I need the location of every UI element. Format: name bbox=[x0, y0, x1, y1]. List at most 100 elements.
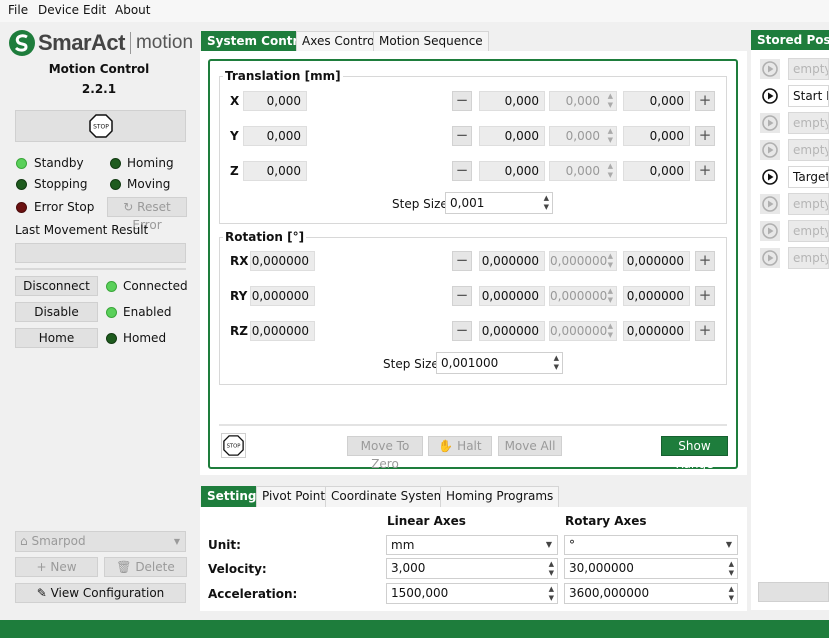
pose-action-button[interactable] bbox=[758, 582, 829, 602]
rotation-axis-label: RZ bbox=[230, 324, 248, 338]
play-icon[interactable] bbox=[760, 140, 780, 160]
disconnect-button[interactable]: Disconnect bbox=[15, 276, 98, 296]
disable-button[interactable]: Disable bbox=[15, 302, 98, 322]
plus-button[interactable]: + bbox=[695, 251, 715, 271]
minus-button[interactable]: − bbox=[452, 321, 472, 341]
linear-acceleration-input[interactable]: 1500,000 ▲ ▼ bbox=[386, 583, 558, 604]
view-configuration-button[interactable]: ✎ View Configuration bbox=[15, 583, 186, 603]
rotation-target-field[interactable]: 0,000000 bbox=[479, 321, 545, 341]
pose-name-field[interactable]: Target bbox=[788, 166, 829, 188]
home-button[interactable]: Home bbox=[15, 328, 98, 348]
tab-motion-sequence[interactable]: Motion Sequence bbox=[373, 31, 489, 51]
spin-arrows-icon[interactable]: ▲ ▼ bbox=[608, 162, 613, 180]
play-icon[interactable] bbox=[760, 86, 780, 106]
svg-text:STOP: STOP bbox=[227, 444, 241, 450]
translation-position-field[interactable]: 0,000 bbox=[623, 91, 690, 111]
pose-name-field[interactable]: empty bbox=[788, 112, 829, 134]
translation-delta-field[interactable]: 0,000 ▲ ▼ bbox=[549, 91, 617, 111]
spin-arrows-icon[interactable]: ▲ ▼ bbox=[549, 585, 554, 603]
move-all-button[interactable]: Move All bbox=[498, 436, 562, 456]
translation-delta-field[interactable]: 0,000 ▲ ▼ bbox=[549, 161, 617, 181]
pose-name-field[interactable]: empty bbox=[788, 58, 829, 80]
tab-coordinate-systems[interactable]: Coordinate Systems bbox=[325, 486, 458, 507]
stop-button[interactable]: STOP bbox=[15, 110, 186, 142]
move-to-zero-button[interactable]: Move To Zero bbox=[347, 436, 423, 471]
spin-arrows-icon[interactable]: ▲ ▼ bbox=[544, 194, 549, 212]
pose-name-field[interactable]: empty bbox=[788, 139, 829, 161]
new-label: New bbox=[50, 560, 77, 574]
spin-arrows-icon[interactable]: ▲ ▼ bbox=[608, 127, 613, 145]
rotation-position-field[interactable]: 0,000000 bbox=[623, 251, 690, 271]
play-icon[interactable] bbox=[760, 59, 780, 79]
pose-name-field[interactable]: empty bbox=[788, 193, 829, 215]
new-button[interactable]: + New bbox=[15, 557, 98, 577]
rotary-velocity-input[interactable]: 30,000000 ▲ ▼ bbox=[564, 558, 738, 579]
translation-target-field[interactable]: 0,000 bbox=[479, 161, 545, 181]
translation-position-field[interactable]: 0,000 bbox=[623, 161, 690, 181]
spin-arrows-icon[interactable]: ▲ ▼ bbox=[549, 560, 554, 578]
show-range-button[interactable]: Show Range bbox=[661, 436, 728, 471]
plus-button[interactable]: + bbox=[695, 321, 715, 341]
reset-error-button[interactable]: ↻ Reset Error bbox=[107, 197, 187, 232]
rotary-acceleration-input[interactable]: 3600,000000 ▲ ▼ bbox=[564, 583, 738, 604]
linear-velocity-input[interactable]: 3,000 ▲ ▼ bbox=[386, 558, 558, 579]
unit-label: Unit: bbox=[208, 538, 241, 552]
moving-led bbox=[110, 179, 121, 190]
pose-name-field[interactable]: empty bbox=[788, 247, 829, 269]
device-select[interactable]: ⌂ Smarpod ▼ bbox=[15, 531, 186, 552]
rotation-position-field[interactable]: 0,000000 bbox=[623, 321, 690, 341]
translation-step-input[interactable]: 0,001 ▲ ▼ bbox=[445, 192, 553, 214]
rotation-axis-label: RY bbox=[230, 289, 248, 303]
minus-button[interactable]: − bbox=[452, 126, 472, 146]
translation-delta-field[interactable]: 0,000 ▲ ▼ bbox=[549, 126, 617, 146]
axes-stop-button[interactable]: STOP bbox=[221, 433, 246, 458]
plus-button[interactable]: + bbox=[695, 161, 715, 181]
spin-arrows-icon[interactable]: ▲ ▼ bbox=[608, 92, 613, 110]
hand-icon: ✋ bbox=[438, 439, 454, 453]
play-icon[interactable] bbox=[760, 221, 780, 241]
pose-name-field[interactable]: empty bbox=[788, 220, 829, 242]
spin-arrows-icon[interactable]: ▲ ▼ bbox=[554, 354, 559, 372]
menu-about[interactable]: About bbox=[115, 3, 150, 17]
rotation-delta-field[interactable]: 0,000000 ▲ ▼ bbox=[549, 286, 617, 306]
linear-unit-select[interactable]: mm ▼ bbox=[386, 535, 558, 555]
play-icon[interactable] bbox=[760, 194, 780, 214]
plus-button[interactable]: + bbox=[695, 91, 715, 111]
tab-homing-programs[interactable]: Homing Programs bbox=[440, 486, 560, 507]
delete-button[interactable]: 🗑 Delete bbox=[104, 557, 187, 577]
rotation-current-value: 0,000000 bbox=[250, 251, 315, 271]
rotation-position-field[interactable]: 0,000000 bbox=[623, 286, 690, 306]
spin-arrows-icon[interactable]: ▲ ▼ bbox=[608, 252, 613, 270]
rotation-delta-field[interactable]: 0,000000 ▲ ▼ bbox=[549, 321, 617, 341]
play-icon[interactable] bbox=[760, 113, 780, 133]
plus-button[interactable]: + bbox=[695, 126, 715, 146]
translation-target-field[interactable]: 0,000 bbox=[479, 91, 545, 111]
translation-target-field[interactable]: 0,000 bbox=[479, 126, 545, 146]
rotation-delta-field[interactable]: 0,000000 ▲ ▼ bbox=[549, 251, 617, 271]
app-title: Motion Control bbox=[48, 62, 150, 76]
menu-device[interactable]: Device bbox=[38, 3, 79, 17]
menu-file[interactable]: File bbox=[8, 3, 28, 17]
linear-velocity-value: 3,000 bbox=[391, 561, 426, 575]
plus-button[interactable]: + bbox=[695, 286, 715, 306]
minus-button[interactable]: − bbox=[452, 251, 472, 271]
tab-axes-control[interactable]: Axes Control bbox=[296, 31, 384, 51]
spin-arrows-icon[interactable]: ▲ ▼ bbox=[608, 322, 613, 340]
minus-button[interactable]: − bbox=[452, 286, 472, 306]
pose-name-field[interactable]: Start Pose bbox=[788, 85, 829, 107]
tab-pivot-point[interactable]: Pivot Point bbox=[256, 486, 332, 507]
spin-arrows-icon[interactable]: ▲ ▼ bbox=[608, 287, 613, 305]
translation-position-field[interactable]: 0,000 bbox=[623, 126, 690, 146]
menu-edit[interactable]: Edit bbox=[83, 3, 106, 17]
minus-button[interactable]: − bbox=[452, 91, 472, 111]
spin-arrows-icon[interactable]: ▲ ▼ bbox=[729, 585, 734, 603]
minus-button[interactable]: − bbox=[452, 161, 472, 181]
rotation-step-input[interactable]: 0,001000 ▲ ▼ bbox=[436, 352, 563, 374]
play-icon[interactable] bbox=[760, 248, 780, 268]
rotation-target-field[interactable]: 0,000000 bbox=[479, 286, 545, 306]
spin-arrows-icon[interactable]: ▲ ▼ bbox=[729, 560, 734, 578]
play-icon[interactable] bbox=[760, 167, 780, 187]
rotary-unit-select[interactable]: ° ▼ bbox=[564, 535, 738, 555]
halt-button[interactable]: ✋ Halt bbox=[428, 436, 492, 456]
rotation-target-field[interactable]: 0,000000 bbox=[479, 251, 545, 271]
